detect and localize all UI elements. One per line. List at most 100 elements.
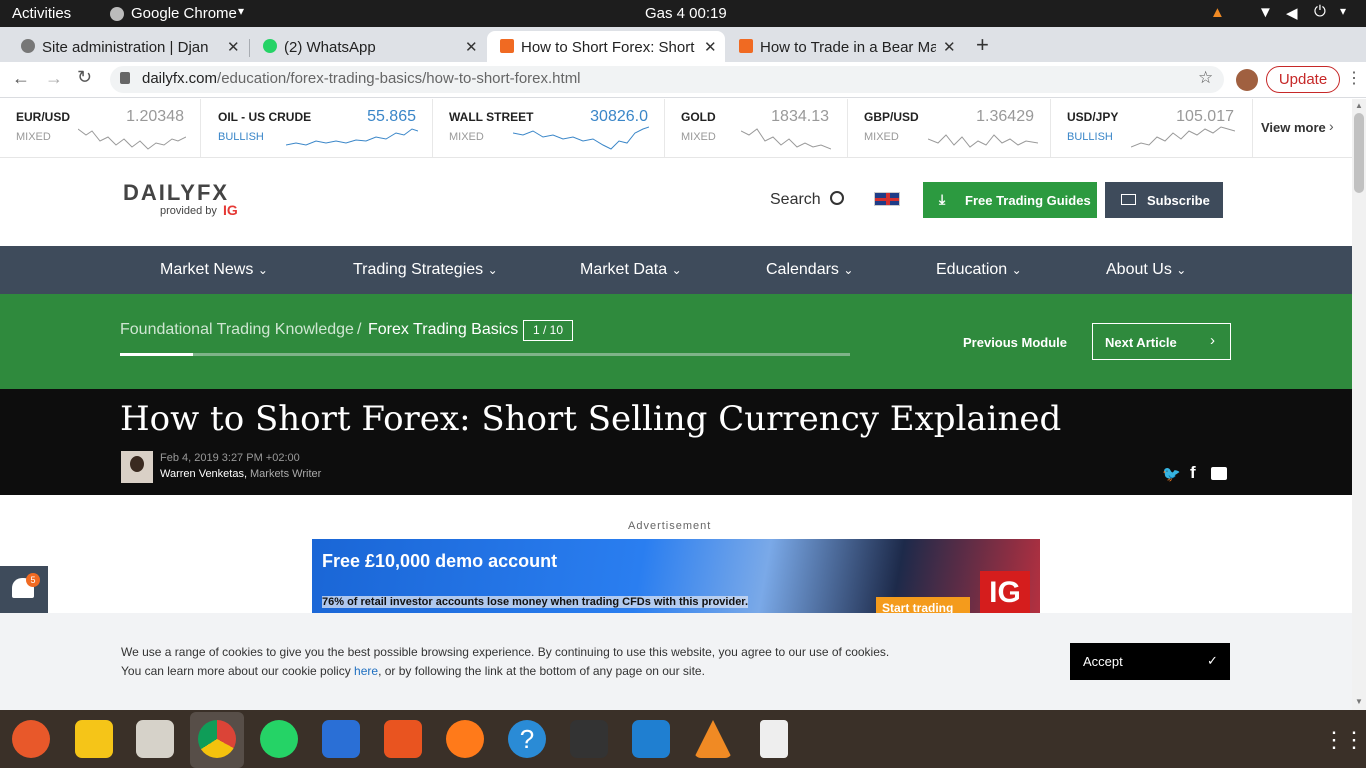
activities-button[interactable]: Activities <box>12 5 71 22</box>
omnibox[interactable]: dailyfx.com/education/forex-trading-basi… <box>110 66 1224 93</box>
reload-icon[interactable]: ↻ <box>77 67 92 88</box>
tab-title: (2) WhatsApp <box>284 39 376 56</box>
button-label: Subscribe <box>1147 193 1210 208</box>
tab-django[interactable]: Site administration | Djan ✕ <box>8 31 248 62</box>
writer-app-icon[interactable] <box>322 720 360 758</box>
new-tab-icon[interactable]: + <box>976 32 989 58</box>
cookie-policy-link[interactable]: here <box>354 664 378 678</box>
market-ticker: EUR/USD MIXED 1.20348 OIL - US CRUDE BUL… <box>0 99 1352 158</box>
url-text[interactable]: dailyfx.com/education/forex-trading-basi… <box>142 70 581 87</box>
kebab-menu-icon[interactable]: ⋮ <box>1346 68 1362 88</box>
author-name[interactable]: Warren Venketas, <box>160 468 247 480</box>
update-button[interactable]: Update <box>1266 66 1340 93</box>
accept-cookies-button[interactable]: Accept ✓ <box>1070 643 1230 680</box>
show-apps-grid-icon[interactable]: ⋮⋮⋮ <box>1323 727 1366 753</box>
ticker-name: USD/JPY <box>1067 110 1119 124</box>
vlc-app-icon[interactable] <box>694 720 732 758</box>
search-icon[interactable] <box>830 191 844 205</box>
author-avatar[interactable] <box>121 451 153 483</box>
ticker-item-oil[interactable]: OIL - US CRUDE BULLISH 55.865 <box>202 99 433 157</box>
back-icon[interactable]: ← <box>12 68 30 89</box>
vscode-app-icon[interactable] <box>632 720 670 758</box>
next-article-button[interactable]: Next Article › <box>1092 323 1231 360</box>
usb-creator-app-icon[interactable] <box>760 720 788 758</box>
nav-about-us[interactable]: About Us ⌄ <box>1106 261 1186 279</box>
ticker-name: GBP/USD <box>864 110 919 124</box>
dailyfx-favicon-icon <box>739 39 753 53</box>
ticker-item-gold[interactable]: GOLD MIXED 1834.13 <box>665 99 848 157</box>
ad-banner[interactable]: Free £10,000 demo account 76% of retail … <box>312 539 1040 613</box>
page-scrollbar[interactable]: ▲ ▼ <box>1352 99 1366 710</box>
search-label[interactable]: Search <box>770 191 821 209</box>
chevron-right-icon: › <box>1210 332 1215 349</box>
wifi-icon[interactable]: ▼ <box>1258 4 1273 21</box>
breadcrumb-separator: / <box>357 321 362 338</box>
main-nav: Market News ⌄ Trading Strategies ⌄ Marke… <box>0 246 1352 294</box>
rhythmbox-app-icon[interactable] <box>75 720 113 758</box>
breadcrumb-forex-basics[interactable]: Forex Trading Basics <box>368 321 518 339</box>
uk-flag-icon[interactable] <box>874 192 900 206</box>
nav-education[interactable]: Education ⌄ <box>936 261 1022 279</box>
inkscape-app-icon[interactable] <box>12 720 50 758</box>
whatsapp-app-icon[interactable] <box>260 720 298 758</box>
files-app-icon[interactable] <box>136 720 174 758</box>
nav-calendars[interactable]: Calendars ⌄ <box>766 261 853 279</box>
ticker-price: 105.017 <box>1176 108 1234 125</box>
logo-provided-by: provided by <box>160 205 217 217</box>
app-menu[interactable]: Google Chrome <box>131 5 237 22</box>
sparkline <box>513 126 649 150</box>
comment-icon[interactable] <box>1211 467 1227 480</box>
close-icon[interactable]: ✕ <box>227 38 240 56</box>
tab-bear-market[interactable]: How to Trade in a Bear Ma ✕ <box>726 31 964 62</box>
ad-start-trading-button[interactable]: Start trading <box>876 597 970 613</box>
taskbar-dock: ? ⋮⋮⋮ <box>0 710 1366 768</box>
power-icon[interactable]: ⏻ <box>1314 3 1326 20</box>
progress-track <box>120 353 850 356</box>
facebook-icon[interactable]: f <box>1190 463 1196 483</box>
nav-market-news[interactable]: Market News ⌄ <box>160 261 268 279</box>
software-center-app-icon[interactable] <box>384 720 422 758</box>
nav-market-data[interactable]: Market Data ⌄ <box>580 261 682 279</box>
system-top-bar: Activities Google Chrome ▾ Gas 4 00:19 ▲… <box>0 0 1366 27</box>
ad-area: Advertisement Free £10,000 demo account … <box>0 495 1352 613</box>
profile-avatar[interactable] <box>1236 69 1258 91</box>
terminal-app-icon[interactable] <box>570 720 608 758</box>
dailyfx-logo[interactable]: DAILYFX <box>123 180 229 206</box>
cookie-text-line1: We use a range of cookies to give you th… <box>121 645 890 659</box>
cookie-text-line2: You can learn more about our cookie poli… <box>121 664 705 678</box>
bookmark-star-icon[interactable]: ☆ <box>1198 68 1213 88</box>
scroll-down-icon[interactable]: ▼ <box>1355 697 1363 706</box>
ticker-status: MIXED <box>681 131 716 143</box>
ticker-item-wall-street[interactable]: WALL STREET MIXED 30826.0 <box>433 99 665 157</box>
view-more-link[interactable]: View more <box>1261 120 1326 135</box>
twitter-icon[interactable]: 🐦 <box>1162 465 1181 483</box>
subscribe-button[interactable]: Subscribe <box>1105 182 1223 218</box>
tab-whatsapp[interactable]: (2) WhatsApp ✕ <box>250 31 486 62</box>
chrome-app-icon[interactable] <box>198 720 236 758</box>
vlc-tray-icon[interactable]: ▲ <box>1210 4 1225 21</box>
free-trading-guides-button[interactable]: ⤓ Free Trading Guides <box>923 182 1097 218</box>
ticker-item-gbpusd[interactable]: GBP/USD MIXED 1.36429 <box>848 99 1051 157</box>
button-label: Free Trading Guides <box>965 193 1091 208</box>
check-icon: ✓ <box>1207 653 1218 668</box>
help-app-icon[interactable]: ? <box>508 720 546 758</box>
breadcrumb-foundational[interactable]: Foundational Trading Knowledge <box>120 321 354 339</box>
nav-trading-strategies[interactable]: Trading Strategies ⌄ <box>353 261 498 279</box>
ticker-item-usdjpy[interactable]: USD/JPY BULLISH 105.017 <box>1051 99 1253 157</box>
previous-module-link[interactable]: Previous Module <box>963 335 1067 350</box>
ticker-name: OIL - US CRUDE <box>218 110 312 124</box>
close-icon[interactable]: ✕ <box>943 38 956 56</box>
scroll-up-icon[interactable]: ▲ <box>1355 101 1363 110</box>
ticker-price: 1834.13 <box>771 108 829 125</box>
notification-bell[interactable]: 5 <box>0 566 48 613</box>
close-icon[interactable]: ✕ <box>465 38 478 56</box>
forward-icon[interactable]: → <box>45 68 63 89</box>
clock[interactable]: Gas 4 00:19 <box>645 5 727 22</box>
tab-how-to-short-forex[interactable]: How to Short Forex: Short ✕ <box>487 31 725 62</box>
ticker-item-eurusd[interactable]: EUR/USD MIXED 1.20348 <box>0 99 201 157</box>
firefox-app-icon[interactable] <box>446 720 484 758</box>
close-icon[interactable]: ✕ <box>704 38 717 56</box>
scrollbar-thumb[interactable] <box>1354 113 1364 193</box>
ticker-name: WALL STREET <box>449 110 534 124</box>
volume-icon[interactable]: ◀ <box>1286 4 1298 22</box>
